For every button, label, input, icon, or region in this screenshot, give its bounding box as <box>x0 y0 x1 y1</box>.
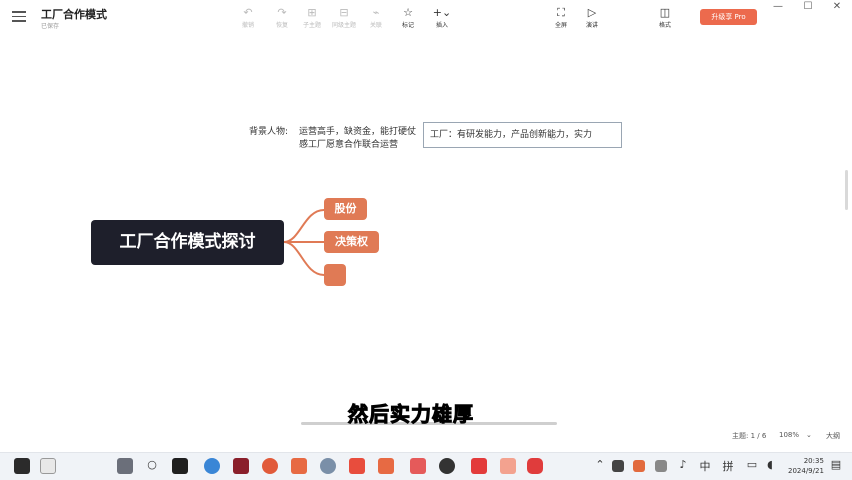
volume-icon[interactable]: ◖ <box>762 458 778 471</box>
relation-icon: ⌁ <box>372 6 380 19</box>
minimize-button[interactable]: — <box>771 1 785 12</box>
windows-start-icon[interactable] <box>117 458 133 474</box>
app-window: 工厂合作模式 已保存 ↶ 撤销 ↷ 恢复 ⊞ 子主题 ⊟ 同级主题 ⌁ 关联 ☆… <box>0 0 852 480</box>
outline-button[interactable]: 大纲 <box>826 431 840 441</box>
fullscreen-icon: ⛶ <box>557 6 565 19</box>
app-icon-chart[interactable] <box>410 458 426 474</box>
edge-browser-icon[interactable] <box>204 458 220 474</box>
tray-app-icon[interactable] <box>612 460 624 472</box>
close-button[interactable]: ✕ <box>830 1 844 12</box>
format-button[interactable]: ◫ 格式 <box>648 6 682 29</box>
network-icon[interactable]: ▭ <box>744 458 760 471</box>
widgets-icon[interactable] <box>40 458 56 474</box>
fullscreen-button[interactable]: ⛶ 全屏 <box>544 6 578 29</box>
tray-app-icon-2[interactable] <box>633 460 645 472</box>
branch-topic-shares[interactable]: 股份 <box>324 198 367 220</box>
mindmap-canvas[interactable]: 背景人物: 运营高手，缺资金，能打硬仗 感工厂愿意合作联合运营 工厂：有研发能力… <box>0 36 852 452</box>
save-status: 已保存 <box>41 23 60 30</box>
app-icon-wps[interactable] <box>349 458 365 474</box>
sibling-topic-button[interactable]: ⊟ 同级主题 <box>327 6 361 29</box>
task-view-icon[interactable] <box>14 458 30 474</box>
zoom-chevron-icon[interactable]: ⌄ <box>806 431 812 439</box>
relation-button[interactable]: ⌁ 关联 <box>359 6 393 29</box>
app-icon-red[interactable] <box>233 458 249 474</box>
clock-date: 2024/9/21 <box>788 467 824 475</box>
clock-time: 20:35 <box>803 457 824 465</box>
microphone-icon[interactable]: ♪ <box>675 458 691 471</box>
undo-button[interactable]: ↶ 撤销 <box>231 6 265 29</box>
format-icon: ◫ <box>659 6 671 19</box>
notification-icon[interactable]: ▤ <box>828 458 844 471</box>
app-icon-record[interactable] <box>527 458 543 474</box>
sibling-topic-icon: ⊟ <box>339 6 349 19</box>
taskbar-clock[interactable]: 20:35 2024/9/21 <box>788 456 824 476</box>
top-toolbar: 工厂合作模式 已保存 ↶ 撤销 ↷ 恢复 ⊞ 子主题 ⊟ 同级主题 ⌁ 关联 ☆… <box>0 0 852 36</box>
subtopic-icon: ⊞ <box>307 6 317 19</box>
app-terminal-icon[interactable] <box>172 458 188 474</box>
subtopic-button[interactable]: ⊞ 子主题 <box>295 6 329 29</box>
connector-1 <box>283 209 325 243</box>
video-subtitle: 然后实力雄厚 <box>348 402 474 427</box>
branch-topic-decision[interactable]: 决策权 <box>324 231 379 253</box>
ime-language[interactable]: 中 <box>697 458 713 474</box>
document-title[interactable]: 工厂合作模式 <box>41 6 107 22</box>
insert-icon: +⌄ <box>432 6 452 19</box>
tray-app-icon-3[interactable] <box>655 460 667 472</box>
undo-icon: ↶ <box>243 6 253 19</box>
search-icon[interactable]: ○ <box>144 458 160 471</box>
present-button[interactable]: ▷ 演讲 <box>575 6 609 29</box>
connector-3 <box>283 241 325 276</box>
background-label: 背景人物: <box>249 127 289 137</box>
insert-button[interactable]: +⌄ 插入 <box>425 6 459 29</box>
taskbar: ○ ⌃ ♪ 中 拼 ▭ ◖ 20:35 2024/9/21 ▤ <box>0 452 852 480</box>
tray-chevron-icon[interactable]: ⌃ <box>592 458 608 471</box>
zoom-level[interactable]: 108% <box>779 431 799 439</box>
scissors-icon[interactable] <box>500 458 516 474</box>
hand-cursor-icon: ☜ <box>548 133 557 143</box>
maximize-button[interactable]: ☐ <box>801 1 815 12</box>
redo-icon: ↷ <box>277 6 287 19</box>
topic-count: 主题: 1 / 6 <box>732 432 767 440</box>
mark-button[interactable]: ☆ 标记 <box>391 6 425 29</box>
wps-office-icon[interactable] <box>471 458 487 474</box>
mark-icon: ☆ <box>403 6 413 19</box>
branch-topic-empty[interactable] <box>324 264 346 286</box>
redo-button[interactable]: ↷ 恢复 <box>265 6 299 29</box>
present-icon: ▷ <box>587 6 597 19</box>
central-topic[interactable]: 工厂合作模式探讨 <box>91 220 284 265</box>
app-icon-blue[interactable] <box>320 458 336 474</box>
app-icon-orange[interactable] <box>262 458 278 474</box>
hamburger-icon[interactable] <box>12 11 26 23</box>
vertical-scrollbar[interactable] <box>845 170 848 210</box>
app-icon-ya2[interactable] <box>378 458 394 474</box>
upgrade-pro-button[interactable]: 升级享 Pro <box>700 9 757 25</box>
ime-mode[interactable]: 拼 <box>720 458 736 474</box>
qq-icon[interactable] <box>439 458 455 474</box>
background-text-line2[interactable]: 感工厂愿意合作联合运营 <box>299 137 398 150</box>
background-text-line1[interactable]: 运营高手，缺资金，能打硬仗 <box>299 124 416 137</box>
topic-edit-box[interactable]: 工厂：有研发能力，产品创新能力，实力 <box>423 122 622 148</box>
app-icon-ya[interactable] <box>291 458 307 474</box>
